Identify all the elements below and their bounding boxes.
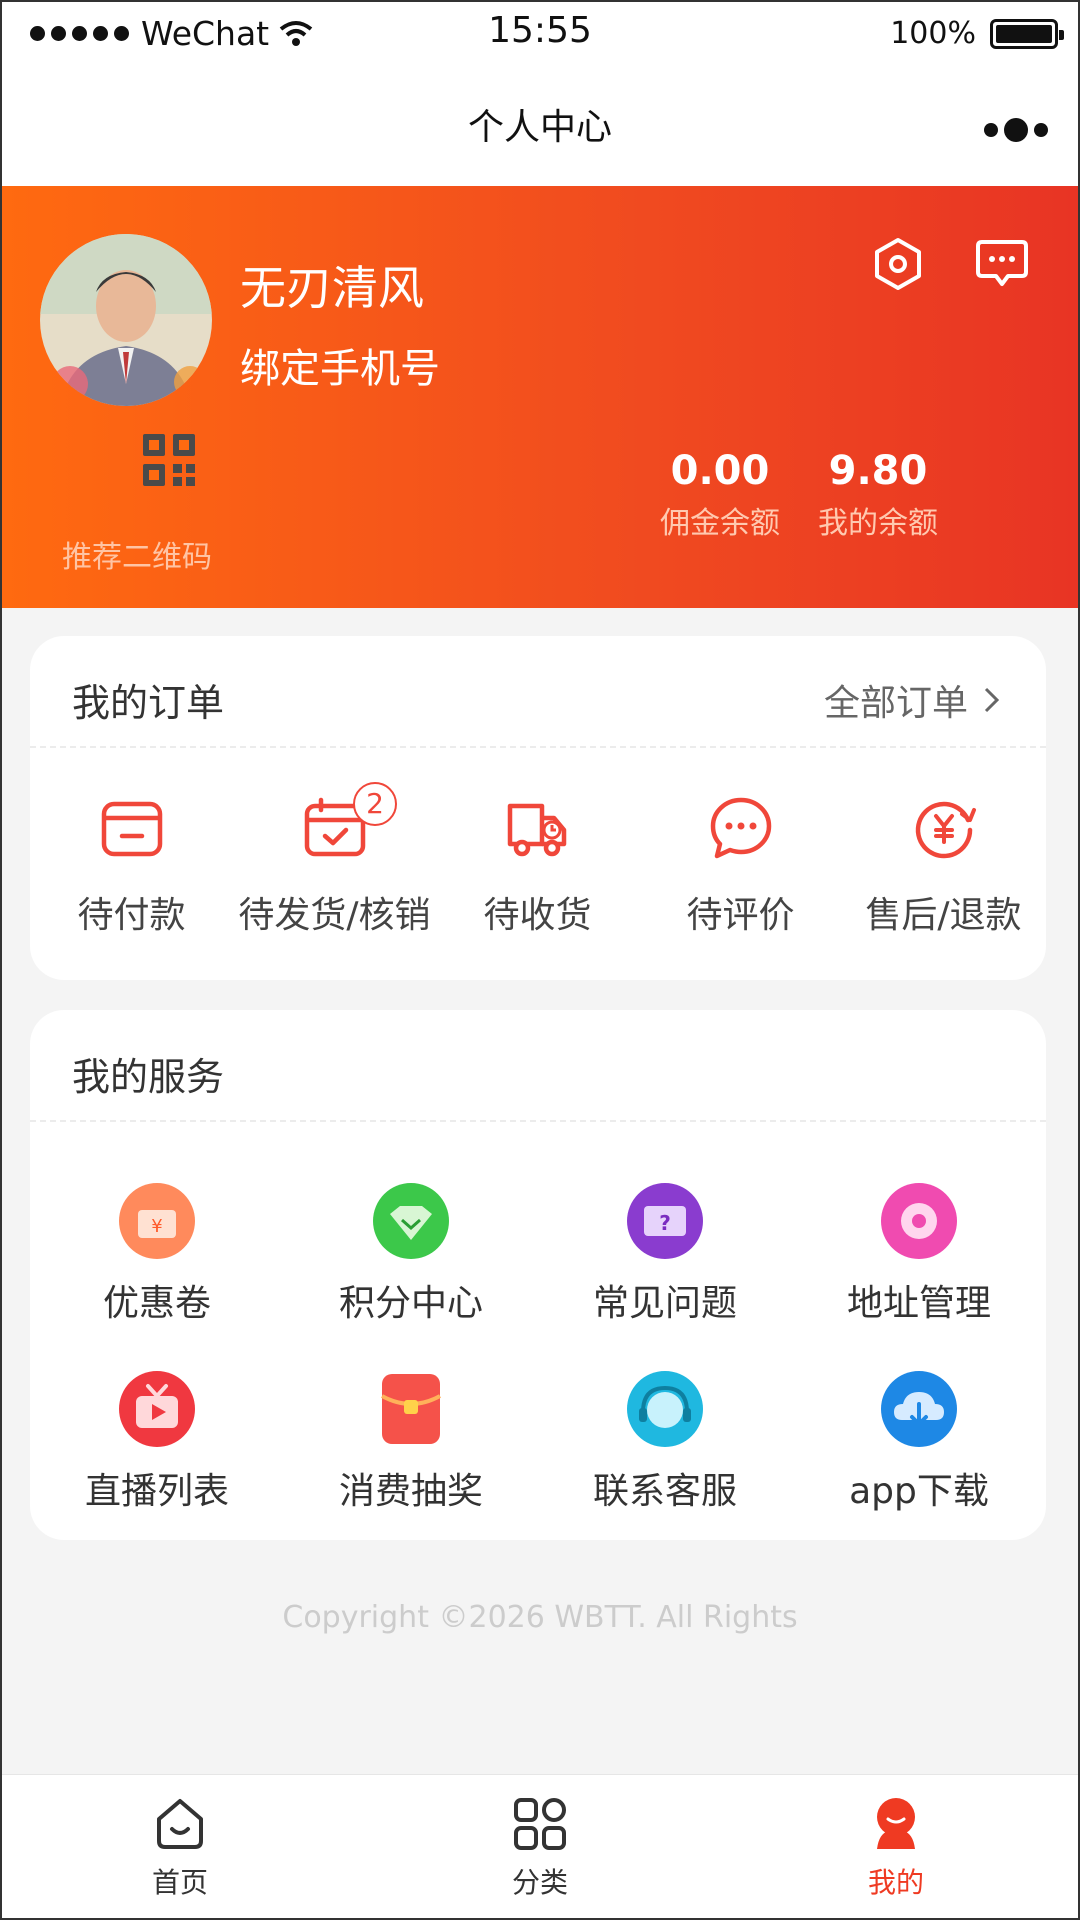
settings-icon[interactable] [870,236,926,292]
refund-icon [915,801,976,859]
points-icon [373,1183,449,1259]
service-label: 直播列表 [84,1471,229,1512]
order-status-row: 待付款 2 待发货/核销 待收货 待评价 售后/退款 [30,748,1046,978]
service-live[interactable]: 直播列表 [30,1370,284,1514]
chat-bubble-icon [710,797,771,859]
battery-area: 100% [890,16,1064,51]
bind-phone-link[interactable]: 绑定手机号 [240,336,440,394]
service-points[interactable]: 积分中心 [284,1182,538,1326]
service-label: 常见问题 [592,1283,737,1324]
balance-value: 9.80 [828,448,928,494]
services-title: 我的服务 [72,1055,225,1099]
location-icon [881,1183,957,1259]
qr-code-label: 推荐二维码 [62,540,212,575]
page-title: 个人中心 [467,107,612,148]
tab-home[interactable]: 首页 [90,1795,270,1901]
order-count-badge: 2 [353,782,397,826]
my-balance[interactable]: 9.80 我的余额 [808,448,948,542]
headset-icon [627,1371,703,1447]
username: 无刃清风 [240,261,424,315]
profile-icon [877,1798,915,1849]
services-grid: ¥ 优惠卷 积分中心 ? 常见问题 地址管理 直播列表 消费抽奖 联系客服 ap… [30,1122,1046,1538]
order-after-sales[interactable]: 售后/退款 [842,748,1045,978]
order-status-label: 待评价 [686,895,795,936]
nav-bar: 个人中心 [0,62,1080,186]
all-orders-link[interactable]: 全部订单 [824,674,1002,726]
service-app-download[interactable]: app下载 [792,1370,1046,1514]
wallet-icon [101,801,162,857]
balance-value: 0.00 [670,448,770,494]
tab-profile[interactable]: 我的 [806,1795,986,1901]
delivery-truck-icon [507,803,566,857]
services-card-header: 我的服务 [30,1010,1046,1122]
order-pending-receipt[interactable]: 待收货 [436,748,639,978]
category-icon [514,1798,566,1850]
service-label: 联系客服 [592,1471,737,1512]
order-status-label: 售后/退款 [865,895,1022,936]
svg-text:?: ? [659,1211,671,1235]
orders-card-header: 我的订单 全部订单 [30,636,1046,748]
tab-label: 首页 [151,1866,208,1899]
tab-label: 分类 [511,1866,568,1899]
commission-balance[interactable]: 0.00 佣金余额 [650,448,790,542]
service-label: 消费抽奖 [338,1471,483,1512]
order-status-label: 待付款 [77,895,186,936]
orders-card: 我的订单 全部订单 待付款 2 待发货/核销 待收货 待评价 售后/退款 [30,636,1046,980]
order-status-label: 待收货 [483,895,592,936]
avatar[interactable] [40,234,212,406]
red-envelope-icon [381,1374,441,1444]
qr-code-button[interactable] [100,432,210,492]
status-bar: WeChat 15:55 100% [0,0,1080,62]
service-address[interactable]: 地址管理 [792,1182,1046,1326]
service-faq[interactable]: ? 常见问题 [538,1182,792,1326]
more-menu-icon[interactable] [984,118,1048,142]
order-status-label: 待发货/核销 [238,895,431,936]
service-customer-support[interactable]: 联系客服 [538,1370,792,1514]
order-pending-shipment[interactable]: 2 待发货/核销 [233,748,436,978]
live-tv-icon [119,1371,195,1447]
chevron-right-icon [984,687,1000,713]
message-icon[interactable] [974,236,1030,292]
profile-header: 无刃清风 绑定手机号 推荐二维码 0.00 佣金余额 9.80 我的余额 [0,186,1080,608]
battery-percent: 100% [890,16,976,51]
service-label: 积分中心 [338,1283,483,1324]
order-pending-review[interactable]: 待评价 [639,748,842,978]
qr-code-icon [142,434,195,486]
orders-title: 我的订单 [72,681,225,725]
service-lottery[interactable]: 消费抽奖 [284,1370,538,1514]
service-label: 优惠卷 [102,1283,211,1324]
battery-icon [990,18,1064,49]
services-card: 我的服务 ¥ 优惠卷 积分中心 ? 常见问题 地址管理 直播列表 消费抽奖 联系… [30,1010,1046,1540]
balance-label: 佣金余额 [660,506,780,541]
tab-label: 我的 [867,1866,924,1899]
copyright-text: Copyright ©2026 WBTT. All Rights [282,1600,798,1635]
coupon-icon: ¥ [119,1183,195,1259]
bottom-tab-bar: 首页 分类 我的 [0,1774,1080,1920]
order-pending-payment[interactable]: 待付款 [30,748,233,978]
all-orders-label: 全部订单 [823,683,968,724]
service-label: 地址管理 [846,1283,991,1324]
service-coupons[interactable]: ¥ 优惠卷 [30,1182,284,1326]
tab-category[interactable]: 分类 [450,1795,630,1901]
home-icon [157,1799,203,1849]
service-label: app下载 [849,1471,989,1512]
cloud-download-icon [881,1371,957,1447]
faq-icon: ? [627,1183,703,1259]
balance-label: 我的余额 [818,506,938,541]
svg-text:¥: ¥ [151,1216,162,1237]
